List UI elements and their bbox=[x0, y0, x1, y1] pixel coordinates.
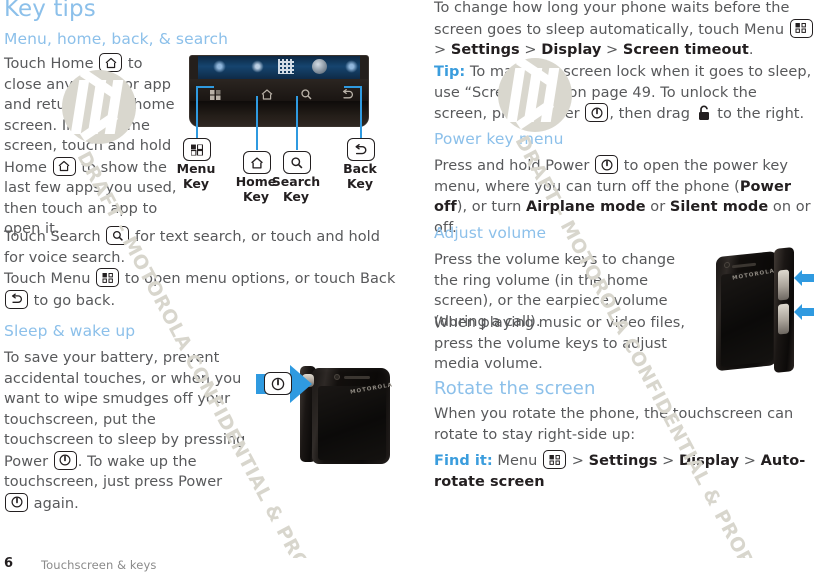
emphasis-term: Display bbox=[678, 453, 740, 469]
callout-chip-menu-key bbox=[183, 138, 211, 161]
leader-menu-h bbox=[196, 86, 214, 89]
paragraph-sleep-wake-up: To save your battery, prevent accidental… bbox=[4, 350, 246, 512]
home-key-icon bbox=[99, 53, 123, 72]
phone-screen bbox=[721, 269, 773, 367]
heading-rotate-the-screen: Rotate the screen bbox=[434, 378, 596, 399]
home-key-icon bbox=[261, 85, 273, 104]
heading-sleep-wake-up: Sleep & wake up bbox=[4, 322, 136, 340]
power-key-icon bbox=[595, 155, 619, 174]
phone-chin bbox=[190, 101, 368, 126]
power-key-icon bbox=[585, 103, 609, 122]
back-key-icon bbox=[5, 289, 28, 309]
menu-key-icon bbox=[543, 450, 567, 469]
dock-icon-4 bbox=[312, 59, 327, 74]
emphasis-term: Silent mode bbox=[669, 199, 769, 215]
navigation-keys-callout: Menu Key Home Key Search Key Back Key bbox=[177, 55, 380, 225]
app-drawer-icon bbox=[278, 59, 294, 74]
search-key-icon bbox=[301, 85, 312, 104]
find-it-rotate-screen: Find it: Menu > Settings > Display > Aut… bbox=[434, 450, 814, 492]
leader-back-v bbox=[360, 86, 363, 138]
emphasis-term: Settings bbox=[588, 453, 658, 469]
callout-chip-search-key bbox=[283, 151, 311, 174]
dock-icon-2 bbox=[250, 59, 265, 74]
tip-label: Tip: bbox=[434, 64, 466, 80]
volume-up-arrow-icon bbox=[794, 270, 814, 286]
paragraph-adjust-volume-2: When playing music or video files, press… bbox=[434, 315, 686, 372]
paragraph-rotate-the-screen: When you rotate the phone, the touchscre… bbox=[434, 406, 794, 443]
callout-label-search-key: Search Key bbox=[271, 174, 321, 204]
leader-menu-v bbox=[196, 86, 199, 138]
search-key-icon bbox=[106, 226, 130, 245]
front-camera bbox=[334, 374, 340, 380]
paragraph-screen-timeout: To change how long your phone waits befo… bbox=[434, 0, 814, 61]
find-it-label: Find it: bbox=[434, 453, 493, 469]
manual-page: DRAFT - MOTOROLA CONFIDENTIAL & PROPRIET… bbox=[0, 0, 814, 572]
menu-key-icon bbox=[789, 18, 813, 38]
lock-icon bbox=[697, 105, 711, 121]
home-key-icon bbox=[52, 156, 76, 176]
power-key-icon bbox=[53, 450, 77, 470]
earpiece-grille bbox=[344, 376, 370, 379]
page-title: Key tips bbox=[4, 0, 96, 22]
heading-power-key-menu: Power key menu bbox=[434, 130, 564, 148]
callout-label-back-key: Back Key bbox=[343, 161, 377, 191]
footer-section-name: Touchscreen & keys bbox=[41, 558, 157, 572]
leader-home-v bbox=[256, 96, 259, 150]
leader-search-v bbox=[296, 96, 299, 150]
heading-menu-home-back-search: Menu, home, back, & search bbox=[4, 30, 228, 48]
callout-chip-home-key bbox=[243, 151, 271, 174]
paragraph-tip-screen-lock: Tip: To make the screen lock when it goe… bbox=[434, 64, 812, 122]
paragraph-menu-back-key: Touch Menu to open menu options, or touc… bbox=[4, 268, 404, 311]
volume-down-key-hardware[interactable] bbox=[778, 303, 789, 335]
volume-up-key-hardware[interactable] bbox=[778, 269, 789, 301]
emphasis-term: Settings bbox=[450, 42, 520, 58]
power-key-icon bbox=[5, 492, 28, 512]
dock-icon-1 bbox=[212, 59, 227, 74]
phone-volume-keys-photo: MOTOROLA + – bbox=[712, 246, 814, 374]
paragraph-home-key: Touch Home to close any menu or app and … bbox=[4, 53, 184, 240]
phone-bottom-photo bbox=[189, 55, 369, 127]
dock-icon-5 bbox=[344, 59, 359, 74]
paragraph-search-key: Touch Search for text search, or touch a… bbox=[4, 226, 404, 268]
emphasis-term: Display bbox=[541, 42, 602, 58]
phone-screen bbox=[318, 386, 386, 460]
power-key-callout-chip bbox=[264, 372, 292, 395]
heading-adjust-volume: Adjust volume bbox=[434, 224, 547, 242]
emphasis-term: Screen timeout bbox=[622, 42, 749, 58]
page-number: 6 bbox=[4, 556, 14, 571]
callout-chip-back-key bbox=[347, 138, 375, 161]
emphasis-term: Airplane mode bbox=[525, 199, 646, 215]
callout-label-menu-key: Menu Key bbox=[176, 161, 216, 191]
menu-key-icon bbox=[96, 268, 120, 287]
volume-down-arrow-icon bbox=[794, 304, 814, 320]
